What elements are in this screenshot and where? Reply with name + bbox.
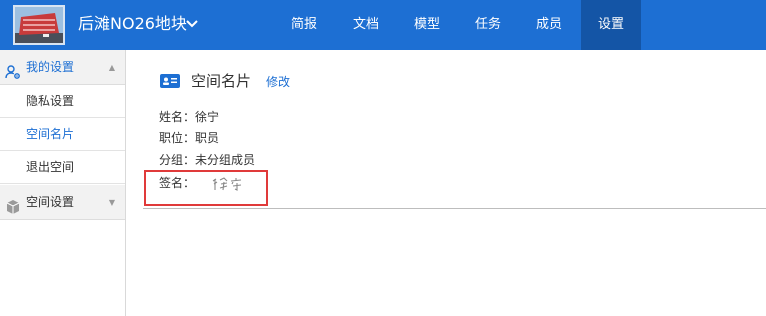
sidebar-item-privacy[interactable]: 隐私设置 — [0, 85, 125, 118]
nav-item-briefing[interactable]: 简报 — [277, 0, 331, 50]
edit-link[interactable]: 修改 — [266, 74, 290, 90]
nav-item-documents[interactable]: 文档 — [339, 0, 393, 50]
sidebar-item-space-card[interactable]: 空间名片 — [0, 118, 125, 151]
space-card-panel: 空间名片 修改 姓名：徐宁 职位：职员 分组：未分组成员 签名： — [127, 50, 766, 316]
nav-item-settings[interactable]: 设置 — [581, 0, 641, 50]
nav-item-models[interactable]: 模型 — [400, 0, 454, 50]
sidebar-group-space-settings[interactable]: 空间设置 ▼ — [0, 185, 125, 220]
sidebar: 我的设置 ▲ 隐私设置 空间名片 退出空间 空间设置 ▼ — [0, 50, 126, 316]
nav-item-members[interactable]: 成员 — [522, 0, 576, 50]
sidebar-group-label: 我的设置 — [26, 60, 75, 74]
id-card-icon — [160, 74, 180, 88]
field-value: 徐宁 — [195, 110, 220, 124]
chevron-down-icon: ▼ — [108, 198, 115, 207]
sidebar-group-label: 空间设置 — [26, 195, 75, 209]
user-settings-icon — [5, 59, 21, 79]
signature-highlight-box — [144, 170, 268, 206]
top-navbar: 后滩NO26地块 简报 文档 模型 任务 成员 设置 — [0, 0, 766, 50]
page-title: 空间名片 — [191, 72, 252, 90]
field-label: 姓名： — [159, 110, 196, 124]
cube-icon — [5, 194, 21, 214]
chevron-down-icon[interactable] — [184, 14, 200, 34]
group-field: 分组：未分组成员 — [159, 151, 255, 169]
divider — [143, 208, 766, 209]
field-label: 职位： — [159, 131, 196, 145]
chevron-up-icon: ▲ — [108, 63, 115, 72]
field-value: 未分组成员 — [195, 153, 256, 167]
nav-item-tasks[interactable]: 任务 — [461, 0, 515, 50]
sidebar-group-my-settings[interactable]: 我的设置 ▲ — [0, 50, 125, 85]
sidebar-item-leave-space[interactable]: 退出空间 — [0, 151, 125, 184]
building-photo-icon[interactable] — [13, 5, 65, 45]
project-title[interactable]: 后滩NO26地块 — [78, 14, 187, 34]
name-field: 姓名：徐宁 — [159, 108, 219, 126]
field-label: 分组： — [159, 153, 196, 167]
position-field: 职位：职员 — [159, 129, 219, 147]
field-value: 职员 — [195, 131, 220, 145]
